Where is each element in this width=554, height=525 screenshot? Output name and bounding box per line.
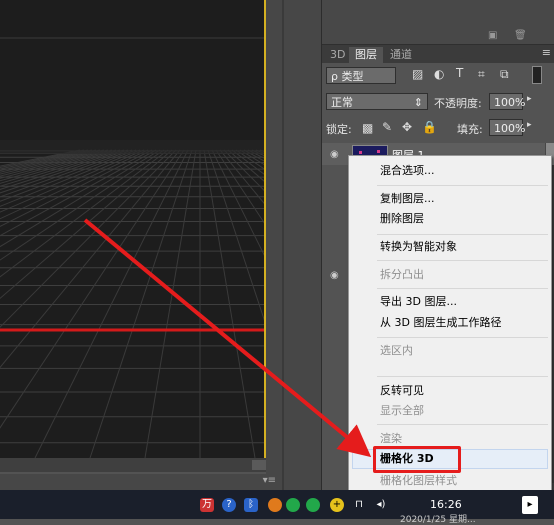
panel-dock-gutter	[266, 0, 321, 490]
lock-all-icon[interactable]: 🔒	[422, 120, 437, 134]
eye-icon[interactable]: ◉	[330, 270, 339, 281]
windows-taskbar: 万 ? ᛒ + ⊓ ◂) 16:26 2020/1/25 星期... ▸	[0, 490, 554, 525]
network-icon[interactable]: ⊓	[352, 498, 366, 512]
menu-item-duplicate-layer[interactable]: 复制图层...	[380, 190, 435, 208]
app-circle-icon[interactable]	[268, 498, 282, 512]
opacity-label: 不透明度:	[434, 97, 482, 110]
lock-brush-icon[interactable]: ✎	[382, 120, 392, 134]
dropdown-arrow-icon: ⇕	[413, 96, 423, 109]
plus-icon[interactable]: +	[330, 498, 344, 512]
app-tray-icon[interactable]: 万	[200, 498, 214, 512]
menu-item-split-extrusion: 拆分凸出	[380, 268, 424, 281]
document-canvas[interactable]	[0, 0, 266, 458]
volume-icon[interactable]: ◂)	[374, 498, 388, 512]
new-layer-icon[interactable]: ▣	[488, 30, 500, 41]
clock-time[interactable]: 16:26	[430, 498, 462, 511]
trash-icon[interactable]: 🗑	[514, 30, 527, 41]
menu-item-invert-visible[interactable]: 反转可见	[380, 382, 424, 400]
tab-channels[interactable]: 通道	[384, 47, 418, 63]
panel-header-strip: ▣ 🗑	[322, 0, 554, 45]
menu-item-rasterize-layer-style: 栅格化图层样式	[380, 474, 457, 487]
menu-item-show-all: 显示全部	[380, 404, 424, 417]
lock-transparent-icon[interactable]: ▩	[362, 121, 373, 135]
menu-item-export-3d-layer[interactable]: 导出 3D 图层...	[380, 293, 457, 311]
layer-context-menu: 混合选项... 复制图层... 删除图层 转换为智能对象 拆分凸出 导出 3D …	[348, 155, 552, 493]
lock-move-icon[interactable]: ✥	[402, 120, 412, 134]
opacity-input[interactable]: 100%	[489, 93, 525, 110]
smart-object-icon[interactable]: ⧉	[500, 67, 509, 82]
shape-icon[interactable]: ⌗	[478, 67, 485, 82]
blend-mode-select[interactable]: 正常 ⇕	[326, 93, 428, 110]
tab-layers[interactable]: 图层	[349, 47, 383, 63]
text-icon[interactable]: T	[456, 66, 463, 80]
chat-icon[interactable]	[306, 498, 320, 512]
horizontal-scrollbar[interactable]	[0, 458, 266, 472]
filter-toggle[interactable]	[532, 66, 542, 84]
fill-input[interactable]: 100%	[489, 119, 525, 136]
fill-arrow-icon[interactable]: ▸	[527, 120, 532, 130]
menu-item-delete-layer[interactable]: 删除图层	[380, 210, 424, 228]
menu-item-in-selection: 选区内	[380, 344, 413, 357]
annotation-highlight-box	[373, 446, 461, 473]
collapse-arrow-icon[interactable]: ▾≡	[263, 475, 276, 486]
eye-icon[interactable]: ◉	[330, 149, 339, 160]
3d-ground-grid	[0, 37, 266, 458]
bluetooth-icon[interactable]: ᛒ	[244, 498, 258, 512]
panel-menu-icon[interactable]: ≡	[542, 46, 551, 59]
fill-label: 填充:	[457, 123, 483, 136]
filter-kind-select[interactable]: ρ 类型	[326, 67, 396, 84]
menu-item-convert-smart-object[interactable]: 转换为智能对象	[380, 238, 457, 256]
panel-collapse-bar[interactable]: ▾≡	[0, 474, 280, 490]
tab-3d[interactable]: 3D	[324, 47, 351, 63]
adjust-icon[interactable]: ◐	[434, 67, 444, 81]
panel-tabs: 3D 图层 通道 ≡	[322, 45, 554, 63]
wechat-icon[interactable]	[286, 498, 300, 512]
help-icon[interactable]: ?	[222, 498, 236, 512]
menu-item-work-path-from-3d[interactable]: 从 3D 图层生成工作路径	[380, 314, 501, 332]
opacity-arrow-icon[interactable]: ▸	[527, 94, 532, 104]
menu-item-blending-options[interactable]: 混合选项...	[380, 162, 435, 180]
image-icon[interactable]: ▨	[412, 67, 423, 81]
lock-label: 锁定:	[326, 123, 352, 136]
notification-icon[interactable]: ▸	[522, 496, 538, 514]
